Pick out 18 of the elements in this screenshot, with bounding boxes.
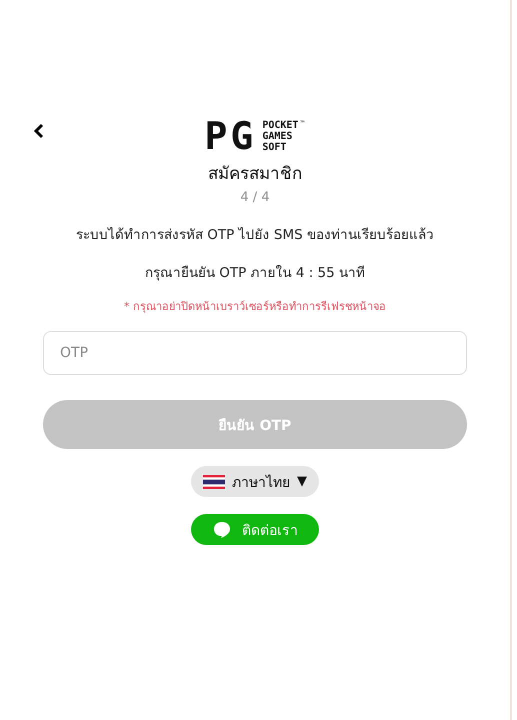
logo-text: SOFT <box>262 142 286 152</box>
warning-text: * กรุณาอย่าปิดหน้าเบราว์เซอร์หรือทำการรีเฟรชหน้าจอ <box>124 299 386 315</box>
caret-icon: ▼ <box>297 474 307 489</box>
logo-mark: PG <box>204 117 256 155</box>
chat-bubble-icon <box>212 520 232 540</box>
logo-text: GAMES <box>262 130 292 142</box>
otp-field[interactable]: OTP <box>43 331 467 375</box>
contact-label: ติดต่อเรา <box>242 522 298 540</box>
logo-text: POCKET <box>262 120 298 130</box>
language-selector[interactable]: ภาษาไทย ▼ <box>191 466 319 497</box>
thai-flag-icon <box>203 474 225 488</box>
message-text: กรุณายืนยัน OTP ภายใน 4 : 55 นาที <box>144 264 366 283</box>
message-text: ระบบได้ทำการส่งรหัส OTP ไปยัง SMS ของท่านเรียบร้อยแล้ว <box>76 226 434 245</box>
contact-button[interactable]: ติดต่อเรา <box>191 514 319 545</box>
step-indicator: 4 / 4 <box>240 190 270 205</box>
language-label: ภาษาไทย <box>232 474 290 492</box>
back-button[interactable] <box>33 123 45 139</box>
page-title: สมัครสมาชิก <box>208 163 302 186</box>
